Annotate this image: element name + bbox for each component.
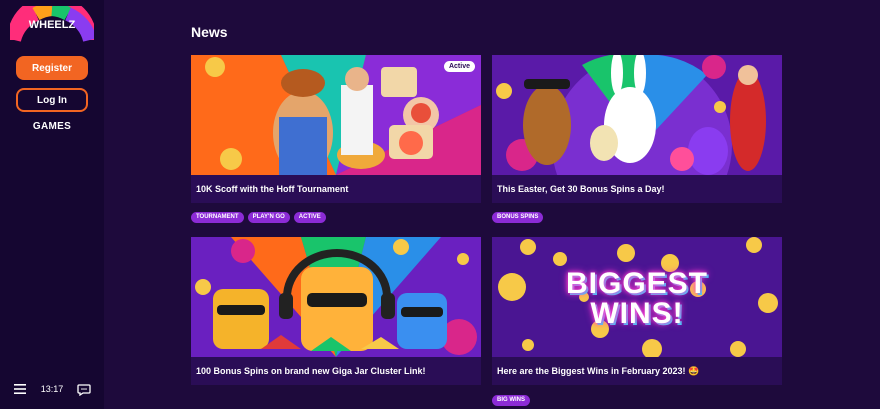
tag-tournament[interactable]: TOURNAMENT <box>191 212 244 223</box>
hoff-tournament-artwork <box>191 55 481 175</box>
chat-icon[interactable] <box>77 383 91 396</box>
logo-text: WHEELZ <box>29 19 76 31</box>
hamburger-menu-icon[interactable] <box>13 383 27 395</box>
sidebar-footer: 13:17 <box>0 379 104 399</box>
news-card-4-tags: BIG WINS <box>492 395 530 406</box>
active-badge: Active <box>443 61 475 72</box>
news-card-2-image[interactable] <box>492 55 782 175</box>
register-button[interactable]: Register <box>16 56 88 80</box>
news-card-4-image[interactable]: BIGGEST WINS! <box>492 237 782 357</box>
news-card-2-tags: BONUS SPINS <box>492 212 544 223</box>
wheelz-logo[interactable]: WHEELZ <box>10 6 94 46</box>
news-card-2[interactable]: This Easter, Get 30 Bonus Spins a Day! <box>492 55 782 203</box>
news-card-2-title[interactable]: This Easter, Get 30 Bonus Spins a Day! <box>492 175 782 203</box>
news-card-1-image[interactable]: Active <box>191 55 481 175</box>
clock-time: 13:17 <box>40 384 64 394</box>
games-link[interactable]: GAMES <box>0 121 104 132</box>
news-card-4-title[interactable]: Here are the Biggest Wins in February 20… <box>492 357 782 385</box>
login-button[interactable]: Log In <box>16 88 88 112</box>
tag-active[interactable]: ACTIVE <box>293 212 326 223</box>
giga-jar-artwork <box>191 237 481 357</box>
main-content: News Active 10K Scoff with the Hoff Tour… <box>104 0 880 409</box>
tag-playngo[interactable]: PLAY'N GO <box>247 212 290 223</box>
tag-bonus-spins[interactable]: BONUS SPINS <box>492 212 544 223</box>
page-title: News <box>191 24 228 40</box>
news-card-1[interactable]: Active 10K Scoff with the Hoff Tournamen… <box>191 55 481 203</box>
news-card-1-title[interactable]: 10K Scoff with the Hoff Tournament <box>191 175 481 203</box>
news-card-3[interactable]: 100 Bonus Spins on brand new Giga Jar Cl… <box>191 237 481 385</box>
sidebar: WHEELZ Register Log In GAMES 13:17 <box>0 0 104 409</box>
news-card-4[interactable]: BIGGEST WINS! Here are the Biggest Wins … <box>492 237 782 385</box>
news-card-3-image[interactable] <box>191 237 481 357</box>
biggest-wins-heading: BIGGEST WINS! <box>565 267 708 330</box>
news-card-1-tags: TOURNAMENT PLAY'N GO ACTIVE <box>191 212 326 223</box>
news-card-3-title[interactable]: 100 Bonus Spins on brand new Giga Jar Cl… <box>191 357 481 385</box>
easter-bonus-artwork <box>492 55 782 175</box>
tag-big-wins[interactable]: BIG WINS <box>492 395 530 406</box>
